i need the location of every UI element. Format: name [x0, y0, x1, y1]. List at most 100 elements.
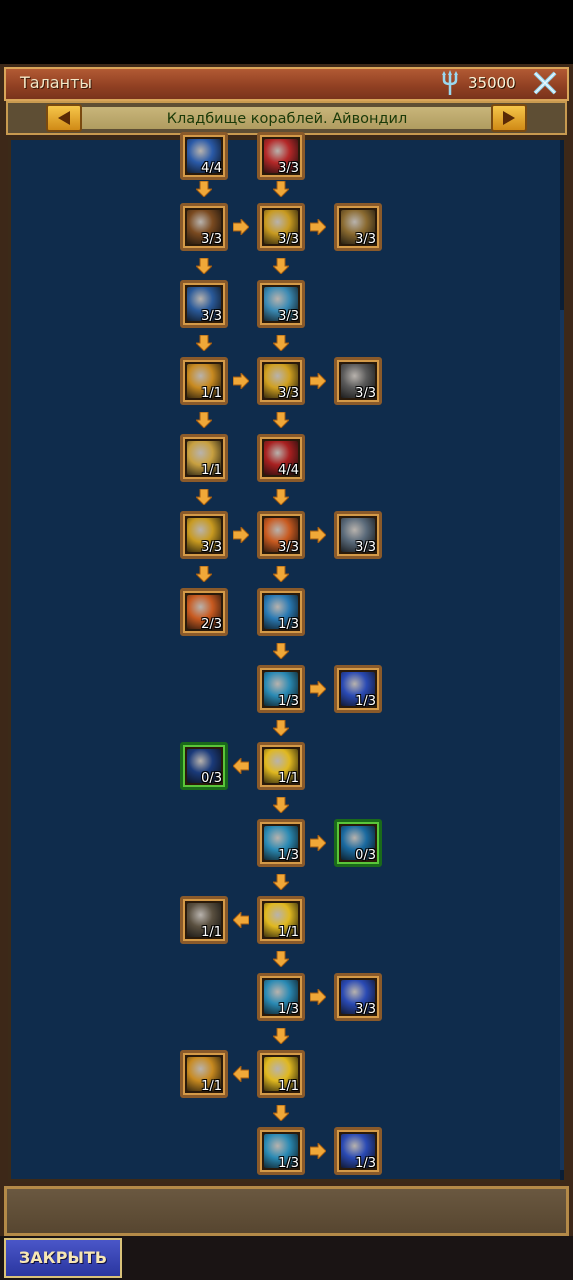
- talent-level: 3/3: [201, 309, 222, 324]
- arrow-down-icon: [273, 335, 289, 351]
- talent-node[interactable]: 3/3: [334, 511, 382, 559]
- talent-node[interactable]: 3/3: [334, 203, 382, 251]
- arrow-down-icon: [196, 258, 212, 274]
- talent-level: 1/3: [278, 1002, 299, 1017]
- arrow-down-icon: [273, 1105, 289, 1121]
- arrow-left-icon: [58, 111, 70, 125]
- talent-node[interactable]: 3/3: [257, 511, 305, 559]
- close-x-icon[interactable]: [532, 70, 558, 96]
- talent-node[interactable]: 3/3: [180, 203, 228, 251]
- talent-level: 1/3: [278, 694, 299, 709]
- arrow-down-icon: [273, 951, 289, 967]
- talent-node[interactable]: 4/4: [257, 434, 305, 482]
- talent-level: 3/3: [278, 161, 299, 176]
- close-button[interactable]: ЗАКРЫТЬ: [4, 1238, 122, 1278]
- talent-level: 3/3: [278, 540, 299, 555]
- talent-node[interactable]: 2/3: [180, 588, 228, 636]
- talent-level: 3/3: [201, 540, 222, 555]
- arrow-down-icon: [273, 643, 289, 659]
- talent-level: 1/1: [201, 1079, 222, 1094]
- talent-node[interactable]: 1/1: [180, 357, 228, 405]
- talent-level: 1/1: [201, 386, 222, 401]
- arrow-down-icon: [196, 181, 212, 197]
- talent-node[interactable]: 3/3: [257, 132, 305, 180]
- currency-value: 35000: [468, 74, 516, 92]
- arrow-right-icon: [310, 835, 326, 851]
- talent-node[interactable]: 3/3: [257, 280, 305, 328]
- talent-node[interactable]: 3/3: [334, 973, 382, 1021]
- next-location-button[interactable]: [491, 104, 527, 132]
- arrow-down-icon: [273, 797, 289, 813]
- talent-node[interactable]: 1/3: [334, 665, 382, 713]
- arrow-down-icon: [196, 489, 212, 505]
- arrow-right-icon: [310, 219, 326, 235]
- talent-level: 3/3: [355, 1002, 376, 1017]
- arrow-down-icon: [196, 335, 212, 351]
- talent-node[interactable]: 1/1: [257, 742, 305, 790]
- talent-node[interactable]: 1/1: [180, 1050, 228, 1098]
- talent-level: 0/3: [201, 771, 222, 786]
- talent-node[interactable]: 0/3: [334, 819, 382, 867]
- talent-level: 3/3: [355, 540, 376, 555]
- talent-node[interactable]: 1/3: [257, 588, 305, 636]
- talent-node[interactable]: 3/3: [334, 357, 382, 405]
- talent-node[interactable]: 1/1: [180, 896, 228, 944]
- arrow-down-icon: [196, 412, 212, 428]
- arrow-right-icon: [310, 527, 326, 543]
- talent-level: 3/3: [278, 232, 299, 247]
- prev-location-button[interactable]: [46, 104, 82, 132]
- talent-node[interactable]: 3/3: [257, 203, 305, 251]
- talent-level: 1/3: [278, 848, 299, 863]
- arrow-right-icon: [233, 527, 249, 543]
- talent-node[interactable]: 1/1: [257, 896, 305, 944]
- arrow-down-icon: [273, 258, 289, 274]
- talent-level: 1/1: [278, 925, 299, 940]
- talent-node[interactable]: 3/3: [180, 511, 228, 559]
- arrow-left-icon: [233, 912, 249, 928]
- arrow-down-icon: [273, 566, 289, 582]
- talent-level: 0/3: [355, 848, 376, 863]
- talent-node[interactable]: 3/3: [257, 357, 305, 405]
- talent-level: 4/4: [201, 161, 222, 176]
- talent-node[interactable]: 0/3: [180, 742, 228, 790]
- talent-level: 1/1: [278, 771, 299, 786]
- arrow-down-icon: [273, 181, 289, 197]
- talent-level: 4/4: [278, 463, 299, 478]
- talent-node[interactable]: 1/3: [257, 1127, 305, 1175]
- talent-node[interactable]: 1/3: [257, 819, 305, 867]
- arrow-left-icon: [233, 758, 249, 774]
- arrow-down-icon: [196, 566, 212, 582]
- arrow-right-icon: [503, 111, 515, 125]
- talent-level: 1/3: [355, 694, 376, 709]
- talent-node[interactable]: 1/3: [257, 665, 305, 713]
- talent-level: 2/3: [201, 617, 222, 632]
- arrow-right-icon: [233, 373, 249, 389]
- talent-node[interactable]: 1/3: [257, 973, 305, 1021]
- scrollbar-thumb[interactable]: [560, 310, 564, 1170]
- arrow-right-icon: [310, 1143, 326, 1159]
- arrow-right-icon: [310, 989, 326, 1005]
- arrow-right-icon: [310, 681, 326, 697]
- talent-level: 1/3: [278, 617, 299, 632]
- arrow-right-icon: [310, 373, 326, 389]
- description-footer: [4, 1186, 569, 1236]
- arrow-down-icon: [273, 874, 289, 890]
- talent-level: 3/3: [201, 232, 222, 247]
- arrow-right-icon: [233, 219, 249, 235]
- talent-node[interactable]: 1/1: [257, 1050, 305, 1098]
- trident-icon: [442, 70, 458, 95]
- talent-level: 3/3: [355, 232, 376, 247]
- talent-level: 1/3: [278, 1156, 299, 1171]
- talent-level: 3/3: [278, 309, 299, 324]
- talent-level: 3/3: [278, 386, 299, 401]
- talent-node[interactable]: 1/1: [180, 434, 228, 482]
- talent-node[interactable]: 3/3: [180, 280, 228, 328]
- talent-node[interactable]: 1/3: [334, 1127, 382, 1175]
- talent-level: 1/1: [201, 463, 222, 478]
- window-title: Таланты: [20, 73, 93, 92]
- talent-node[interactable]: 4/4: [180, 132, 228, 180]
- arrow-down-icon: [273, 489, 289, 505]
- arrow-down-icon: [273, 412, 289, 428]
- talent-level: 1/3: [355, 1156, 376, 1171]
- arrow-down-icon: [273, 720, 289, 736]
